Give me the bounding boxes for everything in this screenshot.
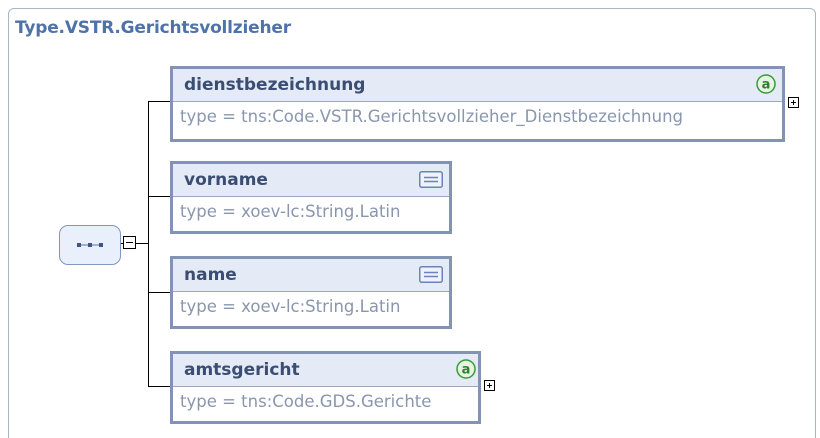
element-name: dienstbezeichnung [184,75,366,95]
element-dienstbezeichnung[interactable]: dienstbezeichnung a type = tns:Code.VSTR… [170,66,785,142]
element-name[interactable]: name type = xoev-lc:String.Latin [170,256,452,329]
element-amtsgericht[interactable]: amtsgericht a type = tns:Code.GDS.Gerich… [170,351,481,424]
element-vorname[interactable]: vorname type = xoev-lc:String.Latin [170,161,452,234]
branch-name [148,292,170,293]
branch-amtsgericht [148,386,170,387]
documentation-icon [419,266,443,283]
attribute-icon: a [456,359,476,379]
element-type: type = xoev-lc:String.Latin [180,297,401,316]
element-type: type = tns:Code.VSTR.Gerichtsvollzieher_… [180,107,684,126]
collapse-sequence-button[interactable] [123,236,136,249]
branch-dienstbezeichnung [148,101,170,102]
element-type: type = xoev-lc:String.Latin [180,202,401,221]
svg-text:a: a [462,363,471,378]
branch-vorname [148,196,170,197]
element-type: type = tns:Code.GDS.Gerichte [180,392,432,411]
element-name: vorname [184,170,268,190]
expand-dienstbezeichnung-button[interactable] [788,97,799,108]
attribute-icon: a [756,74,776,94]
documentation-icon [419,171,443,188]
sequence-icon [77,243,103,247]
sequence-bracket [148,101,149,386]
element-name: amtsgericht [184,360,300,380]
expand-amtsgericht-button[interactable] [484,380,495,391]
svg-text:a: a [762,78,771,93]
sequence-compositor[interactable] [59,225,121,265]
element-name: name [184,265,237,285]
complex-type-title: Type.VSTR.Gerichtsvollzieher [15,18,291,38]
